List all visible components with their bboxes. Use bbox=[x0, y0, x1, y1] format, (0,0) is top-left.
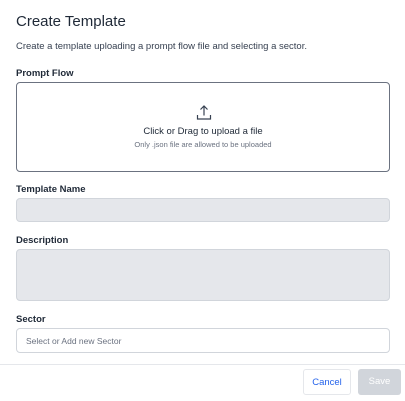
dialog-subtitle: Create a template uploading a prompt flo… bbox=[16, 41, 307, 52]
description-label: Description bbox=[16, 235, 69, 246]
prompt-flow-upload-zone[interactable]: Click or Drag to upload a file Only .jso… bbox=[16, 82, 390, 172]
description-textarea[interactable] bbox=[16, 249, 390, 301]
upload-icon bbox=[196, 105, 212, 120]
template-name-input[interactable] bbox=[16, 198, 390, 222]
sector-select[interactable]: Select or Add new Sector bbox=[16, 328, 390, 353]
footer-divider bbox=[0, 364, 405, 365]
upload-file-hint: Only .json file are allowed to be upload… bbox=[134, 140, 272, 149]
upload-instruction: Click or Drag to upload a file bbox=[143, 126, 263, 137]
sector-label: Sector bbox=[16, 314, 46, 325]
create-template-dialog: Create Template Create a template upload… bbox=[0, 0, 405, 401]
cancel-button[interactable]: Cancel bbox=[303, 369, 351, 395]
dialog-title: Create Template bbox=[16, 13, 126, 30]
save-button[interactable]: Save bbox=[358, 369, 401, 395]
prompt-flow-label: Prompt Flow bbox=[16, 68, 74, 79]
template-name-label: Template Name bbox=[16, 184, 86, 195]
